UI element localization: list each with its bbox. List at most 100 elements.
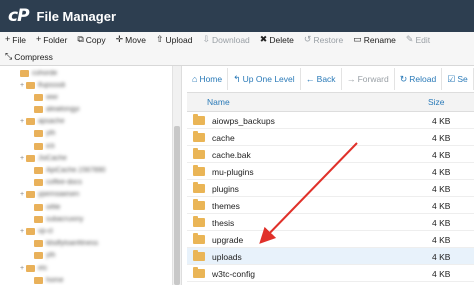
tree-item[interactable]: + lfupsssdi (18, 80, 65, 90)
folder-icon (193, 114, 205, 125)
compress-button[interactable]: ⤡ Compress (0, 49, 58, 64)
table-row[interactable]: uploads 4 KB (187, 248, 474, 265)
folder-icon (26, 264, 35, 272)
tree-item-label: JsiCache (38, 154, 67, 162)
tree-item[interactable]: subacruxiny (26, 214, 83, 224)
file-name: uploads (212, 252, 242, 262)
tree-item-label: home (46, 276, 64, 284)
tree-item[interactable]: yth (26, 129, 55, 139)
tree-item[interactable]: wwi (26, 92, 58, 102)
edit-button[interactable]: ✎ Edit (401, 32, 435, 47)
reload-button[interactable]: ↻ Reload (395, 68, 443, 90)
new-folder-icon: + (35, 34, 42, 44)
table-row[interactable]: thesis 4 KB (187, 214, 474, 231)
expand-icon[interactable]: + (18, 265, 26, 272)
folder-icon (34, 166, 43, 174)
back-label: Back (316, 74, 336, 84)
back-icon: ← (305, 73, 315, 84)
tree-item-label: oifile (46, 203, 61, 211)
tree-scrollbar-thumb[interactable] (174, 126, 180, 285)
select-all-icon: ☑ (447, 73, 456, 84)
new-folder-button[interactable]: + Folder (31, 32, 72, 47)
folder-icon (34, 105, 43, 113)
move-button[interactable]: ✛ Move (111, 32, 151, 47)
home-button[interactable]: ⌂ Home (187, 68, 229, 90)
rename-button[interactable]: ▭ Rename (348, 32, 401, 47)
tree-item[interactable]: ApiCache.1567890 (26, 165, 106, 175)
restore-button[interactable]: ↺ Restore (299, 32, 348, 47)
tree-item[interactable]: cohorde (20, 68, 57, 78)
expand-icon[interactable]: + (18, 228, 26, 235)
folder-icon (34, 93, 43, 101)
tree-item[interactable]: oifile (26, 202, 60, 212)
file-size: 4 KB (432, 235, 451, 245)
file-size: 4 KB (432, 269, 451, 279)
file-size: 4 KB (432, 218, 451, 228)
tree-item-label: aleaitongyi (46, 105, 80, 113)
expand-icon[interactable]: + (18, 82, 26, 89)
folder-icon (26, 154, 35, 162)
new-folder-label: Folder (43, 34, 68, 45)
folder-icon (193, 216, 205, 227)
tree-item[interactable]: + apsache (18, 117, 64, 127)
tree-item[interactable]: icti (26, 141, 55, 151)
tree-item[interactable]: + vp-cl (18, 226, 53, 236)
tree-item[interactable]: ldsdfytoanfitness (26, 239, 98, 249)
tree-item[interactable]: coffee-docs (26, 178, 82, 188)
delete-label: Delete (269, 34, 294, 45)
folder-icon (193, 165, 205, 176)
download-button[interactable]: ⇩ Download (197, 32, 254, 47)
table-row[interactable]: mu-plugins 4 KB (187, 163, 474, 180)
expand-icon[interactable]: + (18, 118, 26, 125)
up-one-level-button[interactable]: ↰ Up One Level (228, 68, 301, 90)
tree-item[interactable]: aleaitongyi (26, 104, 79, 114)
folder-icon (20, 69, 29, 77)
select-all-label: Se (457, 74, 468, 84)
table-row[interactable]: w3tc-config 4 KB (187, 265, 474, 282)
folder-icon (34, 215, 43, 223)
back-button[interactable]: ← Back (301, 68, 342, 90)
select-all-button[interactable]: ☑ Se (442, 68, 474, 90)
upload-label: Upload (165, 34, 193, 45)
file-rows: aiowps_backups 4 KB cache 4 KB cache.bak 4 KB… (187, 112, 474, 282)
file-name: cache (212, 133, 235, 143)
file-size: 4 KB (432, 150, 451, 160)
tree-item-label: ypemsiaesen (38, 191, 80, 199)
tree-item[interactable]: yth (26, 251, 55, 261)
tree-item[interactable]: home (26, 275, 64, 285)
upload-button[interactable]: ⇧ Upload (151, 32, 197, 47)
tree-item[interactable]: + etc (18, 263, 47, 273)
table-row[interactable]: plugins 4 KB (187, 180, 474, 197)
table-row[interactable]: themes 4 KB (187, 197, 474, 214)
file-name: cache.bak (212, 150, 251, 160)
new-file-button[interactable]: + File (0, 32, 31, 47)
column-header-size[interactable]: Size (428, 97, 445, 107)
tree-scrollbar[interactable] (172, 66, 181, 285)
folder-icon (26, 118, 35, 126)
column-header-name[interactable]: Name (207, 97, 230, 107)
folder-icon (34, 252, 43, 260)
tree-item-label: icti (46, 142, 55, 150)
file-name: themes (212, 201, 240, 211)
delete-button[interactable]: ✖ Delete (255, 32, 299, 47)
upload-icon: ⇧ (155, 34, 164, 44)
folder-icon (26, 227, 35, 235)
up-one-level-label: Up One Level (242, 74, 295, 84)
file-size: 4 KB (432, 167, 451, 177)
tree-item-label: yth (46, 130, 56, 138)
rename-icon: ▭ (353, 34, 362, 44)
copy-button[interactable]: ⧉ Copy (72, 32, 110, 47)
tree-item[interactable]: + ypemsiaesen (18, 190, 79, 200)
table-row[interactable]: cache 4 KB (187, 129, 474, 146)
table-row[interactable]: aiowps_backups 4 KB (187, 112, 474, 129)
folder-icon (193, 233, 205, 244)
forward-button[interactable]: → Forward (342, 68, 395, 90)
table-row[interactable]: upgrade 4 KB (187, 231, 474, 248)
expand-icon[interactable]: + (18, 191, 26, 198)
compress-icon: ⤡ (5, 51, 13, 61)
expand-icon[interactable]: + (18, 155, 26, 162)
folder-icon (193, 199, 205, 210)
table-row[interactable]: cache.bak 4 KB (187, 146, 474, 163)
tree-item[interactable]: + JsiCache (18, 153, 67, 163)
new-file-icon: + (5, 34, 11, 44)
